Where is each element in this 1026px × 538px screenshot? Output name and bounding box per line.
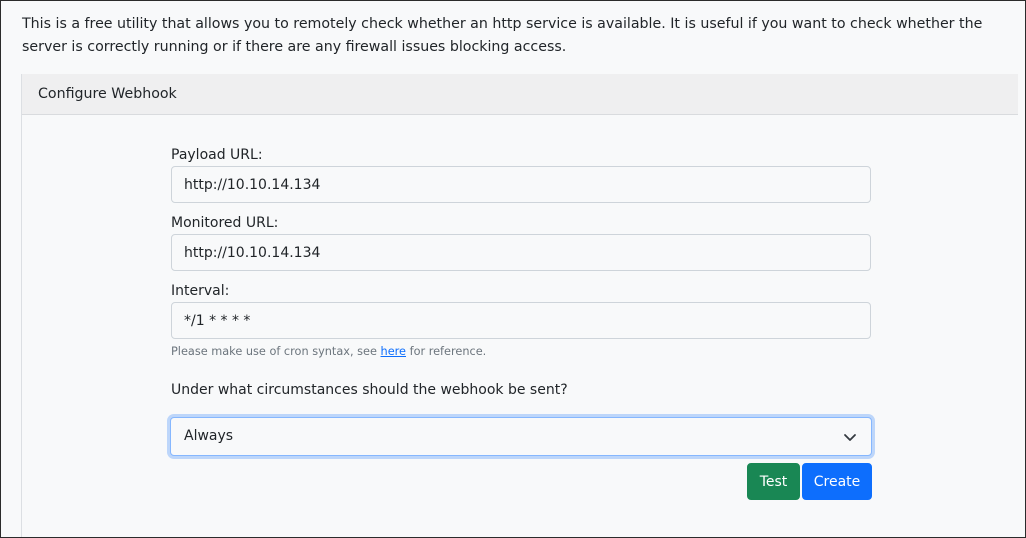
select-value: Always [184,428,234,444]
monitored-url-input[interactable] [171,234,871,271]
circumstances-select[interactable]: Always [170,417,872,456]
cron-reference-link[interactable]: here [381,345,406,358]
cron-help-suffix: for reference. [406,345,487,358]
create-button[interactable]: Create [802,463,872,500]
test-button[interactable]: Test [747,463,800,500]
circumstances-question: Under what circumstances should the webh… [171,382,568,398]
payload-url-input[interactable] [171,166,871,203]
payload-url-label: Payload URL: [171,147,263,163]
cron-help-text: Please make use of cron syntax, see here… [171,345,486,358]
page-frame: This is a free utility that allows you t… [0,0,1026,538]
interval-input[interactable] [171,302,871,339]
interval-label: Interval: [171,283,230,299]
chevron-down-icon [844,434,856,441]
webhook-card: Configure Webhook Payload URL: Monitored… [21,74,1018,537]
monitored-url-label: Monitored URL: [171,215,279,231]
intro-text: This is a free utility that allows you t… [22,16,983,55]
cron-help-prefix: Please make use of cron syntax, see [171,345,381,358]
card-header: Configure Webhook [22,74,1018,115]
